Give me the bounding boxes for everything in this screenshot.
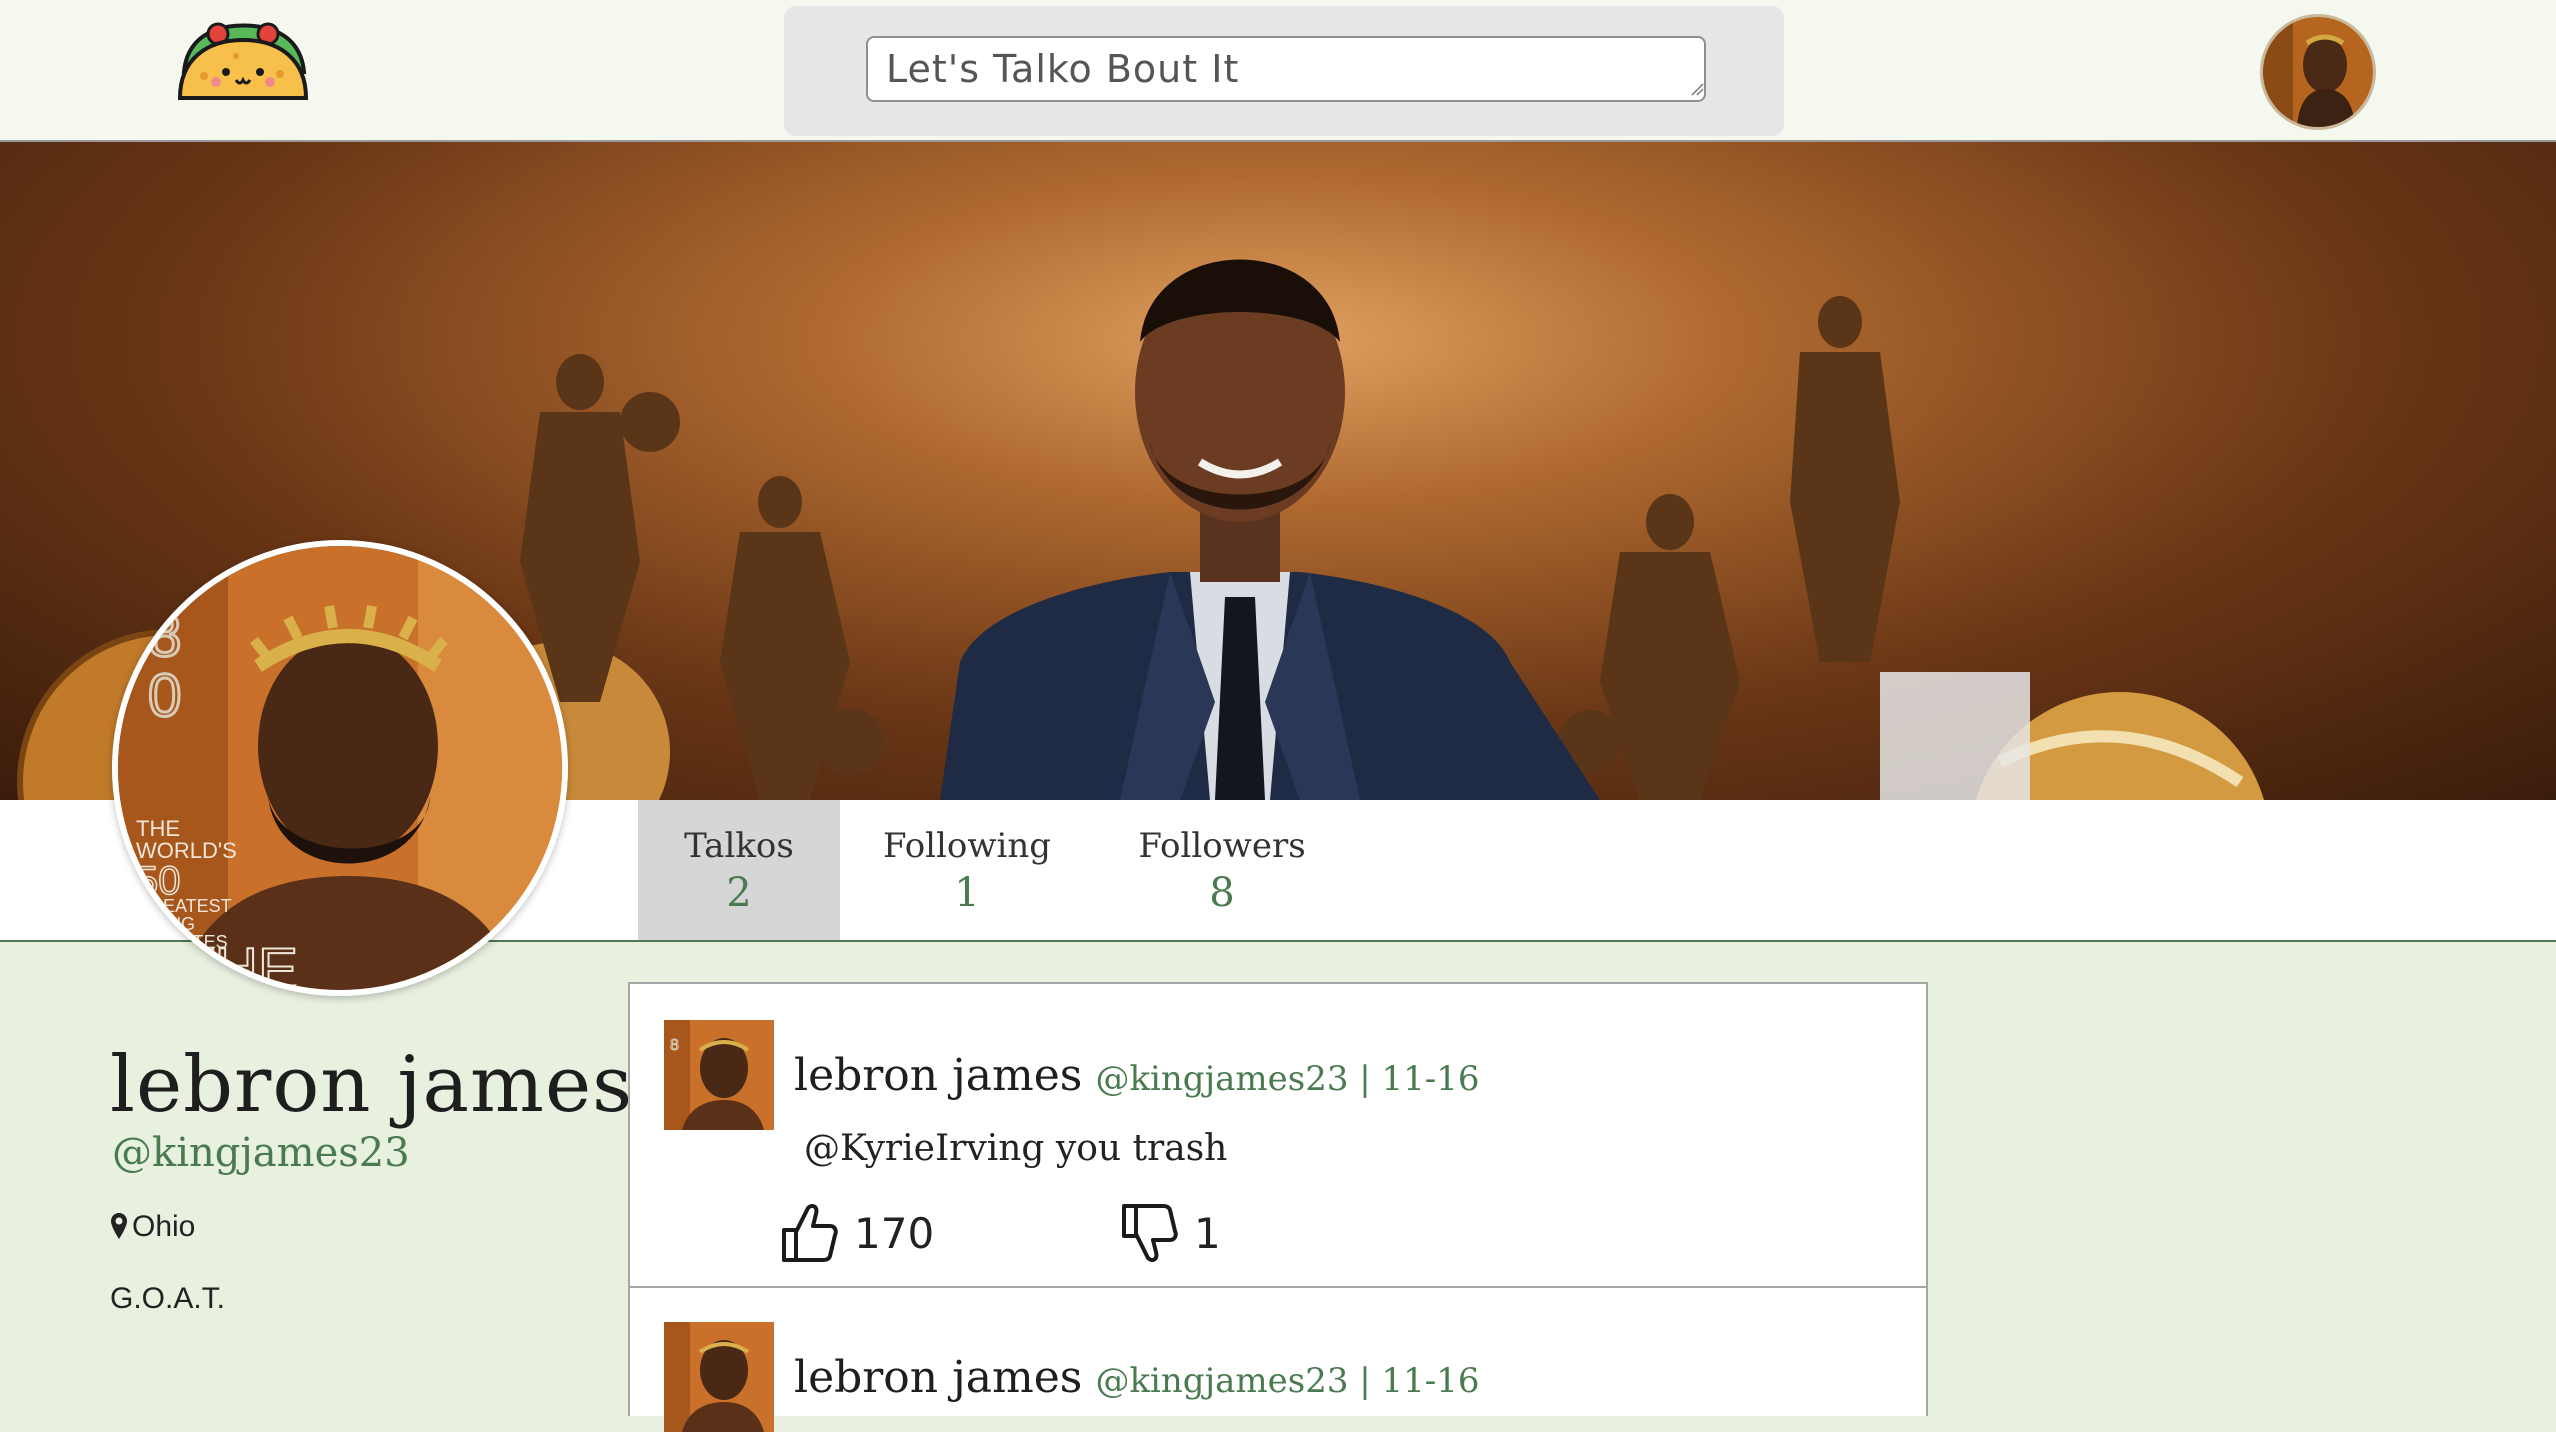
post-meta: @kingjames23 | 11-16 xyxy=(1095,1361,1480,1401)
svg-text:THE: THE xyxy=(178,936,298,990)
post-header: lebron james @kingjames23 | 11-16 xyxy=(794,1352,1480,1403)
profile-bio: G.O.A.T. xyxy=(110,1282,226,1315)
top-navigation-bar: Let's Talko Bout It xyxy=(0,0,2556,142)
taco-logo-icon[interactable] xyxy=(176,20,310,106)
profile-handle: @kingjames23 xyxy=(112,1130,410,1176)
tab-followers[interactable]: Followers 8 xyxy=(1120,800,1324,940)
post-header: lebron james @kingjames23 | 11-16 xyxy=(794,1050,1480,1101)
talko-post: lebron james @kingjames23 | 11-16 xyxy=(628,1286,1928,1432)
tab-talkos[interactable]: Talkos 2 xyxy=(638,800,840,940)
tab-talkos-count: 2 xyxy=(726,870,752,916)
svg-text:8: 8 xyxy=(670,1037,679,1054)
post-author-name[interactable]: lebron james xyxy=(794,1352,1082,1403)
tab-followers-label: Followers xyxy=(1138,826,1306,866)
thumbs-down-icon[interactable] xyxy=(1120,1202,1178,1264)
svg-text:0: 0 xyxy=(148,662,181,729)
post-author-avatar[interactable] xyxy=(664,1322,774,1432)
tab-talkos-label: Talkos xyxy=(684,826,794,866)
profile-avatar: THE WORLD'S 50 GREATEST LIVING ATHLETES … xyxy=(112,540,568,996)
talko-feed: 8 lebron james @kingjames23 | 11-16 @Kyr… xyxy=(628,982,1928,1432)
resize-grip-icon[interactable] xyxy=(1690,82,1704,96)
dislike-control[interactable]: 1 xyxy=(1120,1202,1221,1264)
profile-location-text: Ohio xyxy=(132,1210,196,1243)
post-author-name[interactable]: lebron james xyxy=(794,1050,1082,1101)
post-meta: @kingjames23 | 11-16 xyxy=(1095,1059,1480,1099)
post-author-avatar[interactable]: 8 xyxy=(664,1020,774,1130)
thumbs-up-icon[interactable] xyxy=(780,1202,838,1264)
profile-name: lebron james xyxy=(110,1040,634,1130)
post-body: @KyrieIrving you trash xyxy=(804,1128,1228,1169)
tab-following[interactable]: Following 1 xyxy=(862,800,1072,940)
user-avatar-icon[interactable] xyxy=(2260,14,2376,130)
map-pin-icon xyxy=(111,1213,127,1239)
tab-following-count: 1 xyxy=(954,870,980,916)
profile-location: Ohio xyxy=(110,1210,195,1244)
tab-following-label: Following xyxy=(882,826,1052,866)
talko-post: 8 lebron james @kingjames23 | 11-16 @Kyr… xyxy=(628,982,1928,1288)
like-control[interactable]: 170 xyxy=(780,1202,934,1264)
like-count: 170 xyxy=(854,1208,935,1258)
search-input[interactable]: Let's Talko Bout It xyxy=(866,36,1706,102)
dislike-count: 1 xyxy=(1194,1208,1221,1258)
tab-followers-count: 8 xyxy=(1209,870,1235,916)
search-container: Let's Talko Bout It xyxy=(784,6,1784,136)
